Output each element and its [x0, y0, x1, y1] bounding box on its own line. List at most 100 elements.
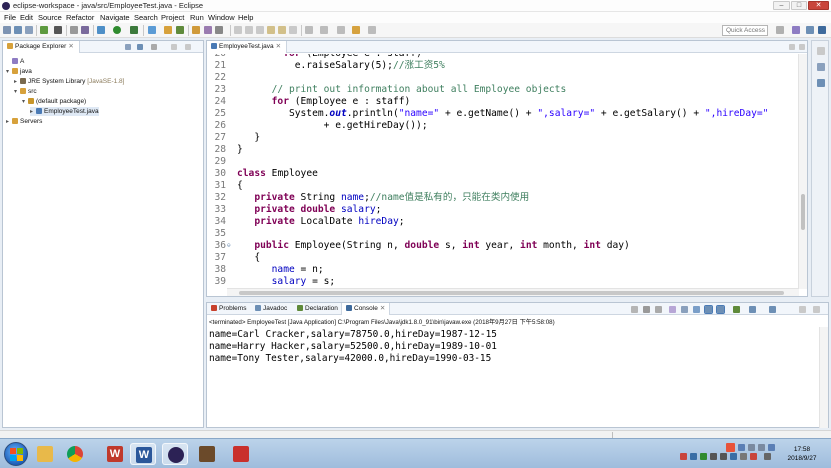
- tray-icon[interactable]: [740, 453, 747, 460]
- fold-toggle-icon[interactable]: ⊖: [227, 240, 231, 252]
- new-package-icon[interactable]: [164, 26, 172, 34]
- show-whitespace-icon[interactable]: [267, 26, 275, 34]
- clear-console-icon[interactable]: [669, 306, 676, 313]
- tab-employeetest-java[interactable]: EmployeeTest.java ✕: [207, 41, 288, 53]
- save-icon[interactable]: [14, 26, 22, 34]
- taskbar-eclipse-2[interactable]: [194, 443, 220, 465]
- run-icon[interactable]: [113, 26, 121, 34]
- console-vertical-scrollbar[interactable]: [819, 327, 828, 428]
- save-all-icon[interactable]: [25, 26, 33, 34]
- skip-breakpoints-icon[interactable]: [70, 26, 78, 34]
- menu-refactor[interactable]: Refactor: [66, 12, 94, 23]
- system-clock[interactable]: 17:58 2018/9/27: [782, 445, 822, 463]
- menu-search[interactable]: Search: [134, 12, 158, 23]
- tray-icon[interactable]: [748, 444, 755, 451]
- editor-horizontal-scrollbar[interactable]: [227, 288, 799, 296]
- back-icon[interactable]: [352, 26, 360, 34]
- remove-all-icon[interactable]: [655, 306, 662, 313]
- new-java-project-icon[interactable]: [148, 26, 156, 34]
- mark-occurrences-icon[interactable]: [245, 26, 253, 34]
- tray-icon[interactable]: [730, 453, 737, 460]
- open-console-icon[interactable]: [769, 306, 776, 313]
- tray-icon[interactable]: [690, 453, 697, 460]
- tree-item[interactable]: ▸ Servers: [6, 117, 42, 126]
- toggle-icon[interactable]: [81, 26, 89, 34]
- minimize-view-icon[interactable]: [799, 306, 806, 313]
- menu-window[interactable]: Window: [208, 12, 235, 23]
- external-tools-icon[interactable]: [97, 26, 105, 34]
- block-selection-icon[interactable]: [256, 26, 264, 34]
- action-center-icon[interactable]: [764, 453, 771, 460]
- remove-launch-icon[interactable]: [643, 306, 650, 313]
- maximize-button[interactable]: □: [791, 1, 807, 10]
- next-annotation-icon[interactable]: [305, 26, 313, 34]
- link-editor-icon[interactable]: [137, 44, 143, 50]
- java-perspective-icon[interactable]: [818, 26, 826, 34]
- tree-item[interactable]: ▸ EmployeeTest.java: [30, 107, 99, 116]
- menu-file[interactable]: File: [4, 12, 16, 23]
- view-menu-icon[interactable]: [151, 44, 157, 50]
- word-wrap-icon[interactable]: [693, 306, 700, 313]
- tray-icon[interactable]: [738, 444, 745, 451]
- editor-vertical-scrollbar[interactable]: [798, 54, 807, 289]
- tree-item[interactable]: A: [6, 57, 24, 66]
- taskbar-explorer[interactable]: [32, 443, 58, 465]
- volume-icon[interactable]: [720, 453, 727, 460]
- taskbar-eclipse[interactable]: [162, 443, 188, 465]
- debug-icon[interactable]: [40, 26, 48, 34]
- terminate-icon[interactable]: [631, 306, 638, 313]
- tray-icon[interactable]: [700, 453, 707, 460]
- close-icon[interactable]: ✕: [276, 43, 281, 50]
- tab-problems[interactable]: Problems: [207, 303, 250, 315]
- scroll-thumb[interactable]: [801, 194, 805, 230]
- menu-source[interactable]: Source: [38, 12, 62, 23]
- target-icon[interactable]: [54, 26, 62, 34]
- minimize-view-icon[interactable]: [171, 44, 177, 50]
- maximize-view-icon[interactable]: [799, 44, 805, 50]
- open-task-icon[interactable]: [204, 26, 212, 34]
- tree-item[interactable]: ▸ JRE System Library [JavaSE-1.8]: [14, 77, 124, 86]
- last-edit-icon[interactable]: [337, 26, 345, 34]
- quick-access-input[interactable]: [722, 25, 768, 36]
- taskbar-word[interactable]: W: [130, 443, 156, 465]
- outline-icon[interactable]: [817, 79, 825, 87]
- pin-console-icon[interactable]: [733, 306, 740, 313]
- menu-project[interactable]: Project: [161, 12, 184, 23]
- menu-help[interactable]: Help: [238, 12, 253, 23]
- close-icon[interactable]: ✕: [68, 43, 73, 50]
- new-class-icon[interactable]: [176, 26, 184, 34]
- tab-declaration[interactable]: Declaration: [293, 303, 342, 315]
- show-on-error-icon[interactable]: [716, 305, 725, 314]
- annotation-icon[interactable]: [234, 26, 242, 34]
- taskbar-chrome[interactable]: [62, 443, 88, 465]
- display-selected-console-icon[interactable]: [749, 306, 756, 313]
- minimize-button[interactable]: –: [773, 1, 790, 10]
- tree-item[interactable]: ▾ src: [14, 87, 37, 96]
- paragraph-icon[interactable]: [289, 26, 297, 34]
- open-type-icon[interactable]: [192, 26, 200, 34]
- scroll-lock-icon[interactable]: [681, 306, 688, 313]
- forward-icon[interactable]: [368, 26, 376, 34]
- network-icon[interactable]: [710, 453, 717, 460]
- tray-icon[interactable]: [768, 444, 775, 451]
- maximize-view-icon[interactable]: [813, 306, 820, 313]
- java-ee-perspective-icon[interactable]: [792, 26, 800, 34]
- open-perspective-icon[interactable]: [776, 26, 784, 34]
- new-icon[interactable]: [3, 26, 11, 34]
- coverage-icon[interactable]: [130, 26, 138, 34]
- tab-package-explorer[interactable]: Package Explorer ✕: [3, 41, 80, 53]
- scroll-thumb[interactable]: [239, 291, 784, 295]
- taskbar-pdf[interactable]: [228, 443, 254, 465]
- code-area[interactable]: 20 for (Employee e : staff)21 e.raiseSal…: [207, 54, 799, 289]
- tray-icon[interactable]: [758, 444, 765, 451]
- restore-icon[interactable]: [817, 47, 825, 55]
- show-on-output-icon[interactable]: [704, 305, 713, 314]
- start-button[interactable]: [4, 442, 28, 466]
- ime-icon[interactable]: [726, 443, 735, 452]
- close-button[interactable]: ✕: [808, 1, 829, 10]
- tree-item[interactable]: ▾ java: [6, 67, 32, 76]
- tree-item[interactable]: ▾ (default package): [22, 97, 86, 106]
- tab-javadoc[interactable]: Javadoc: [251, 303, 291, 315]
- close-icon[interactable]: ✕: [380, 305, 385, 312]
- search-icon[interactable]: [215, 26, 223, 34]
